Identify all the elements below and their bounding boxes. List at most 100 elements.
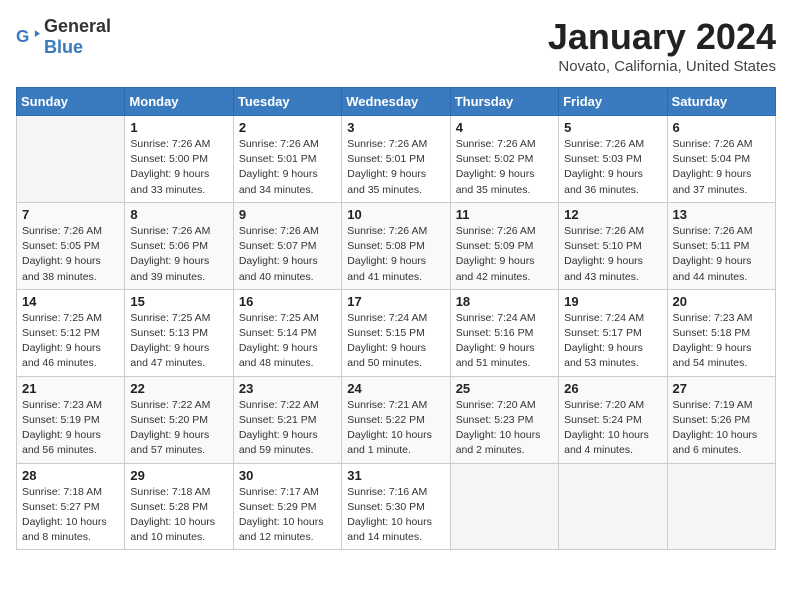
calendar-cell: 26 Sunrise: 7:20 AM Sunset: 5:24 PM Dayli… (559, 376, 667, 463)
day-number: 25 (456, 381, 553, 396)
calendar-cell: 3 Sunrise: 7:26 AM Sunset: 5:01 PM Daylig… (342, 116, 450, 203)
day-content: Sunrise: 7:26 AM Sunset: 5:03 PM Dayligh… (564, 137, 661, 198)
day-number: 13 (673, 207, 770, 222)
calendar-cell: 5 Sunrise: 7:26 AM Sunset: 5:03 PM Daylig… (559, 116, 667, 203)
day-number: 30 (239, 468, 336, 483)
day-header-wednesday: Wednesday (342, 88, 450, 116)
calendar-week-row: 21 Sunrise: 7:23 AM Sunset: 5:19 PM Dayli… (17, 376, 776, 463)
day-number: 6 (673, 120, 770, 135)
calendar-cell: 19Sunrise: 7:24 AM Sunset: 5:17 PM Dayli… (559, 289, 667, 376)
day-content: Sunrise: 7:24 AM Sunset: 5:15 PM Dayligh… (347, 311, 444, 372)
day-content: Sunrise: 7:26 AM Sunset: 5:11 PM Dayligh… (673, 224, 770, 285)
calendar-week-row: 28Sunrise: 7:18 AM Sunset: 5:27 PM Dayli… (17, 463, 776, 550)
day-content: Sunrise: 7:26 AM Sunset: 5:01 PM Dayligh… (347, 137, 444, 198)
day-content: Sunrise: 7:26 AM Sunset: 5:01 PM Dayligh… (239, 137, 336, 198)
day-number: 31 (347, 468, 444, 483)
day-number: 1 (130, 120, 227, 135)
day-number: 3 (347, 120, 444, 135)
day-content: Sunrise: 7:20 AM Sunset: 5:23 PM Dayligh… (456, 398, 553, 459)
day-content: Sunrise: 7:26 AM Sunset: 5:05 PM Dayligh… (22, 224, 119, 285)
day-number: 22 (130, 381, 227, 396)
calendar-cell: 15 Sunrise: 7:25 AM Sunset: 5:13 PM Dayli… (125, 289, 233, 376)
day-number: 26 (564, 381, 661, 396)
calendar-cell: 20Sunrise: 7:23 AM Sunset: 5:18 PM Dayli… (667, 289, 775, 376)
day-number: 21 (22, 381, 119, 396)
day-content: Sunrise: 7:22 AM Sunset: 5:20 PM Dayligh… (130, 398, 227, 459)
day-header-sunday: Sunday (17, 88, 125, 116)
day-number: 5 (564, 120, 661, 135)
day-number: 20 (673, 294, 770, 309)
svg-text:G: G (16, 26, 29, 46)
day-header-monday: Monday (125, 88, 233, 116)
logo-blue-text: Blue (44, 37, 83, 57)
calendar-cell: 21 Sunrise: 7:23 AM Sunset: 5:19 PM Dayli… (17, 376, 125, 463)
day-content: Sunrise: 7:24 AM Sunset: 5:16 PM Dayligh… (456, 311, 553, 372)
calendar-location: Novato, California, United States (548, 58, 776, 75)
calendar-cell (450, 463, 558, 550)
calendar-cell: 10Sunrise: 7:26 AM Sunset: 5:08 PM Dayli… (342, 202, 450, 289)
calendar-cell: 31 Sunrise: 7:16 AM Sunset: 5:30 PM Dayli… (342, 463, 450, 550)
calendar-cell: 8 Sunrise: 7:26 AM Sunset: 5:06 PM Daylig… (125, 202, 233, 289)
calendar-cell (667, 463, 775, 550)
day-number: 16 (239, 294, 336, 309)
day-content: Sunrise: 7:23 AM Sunset: 5:19 PM Dayligh… (22, 398, 119, 459)
calendar-cell: 6 Sunrise: 7:26 AM Sunset: 5:04 PM Daylig… (667, 116, 775, 203)
calendar-cell: 29 Sunrise: 7:18 AM Sunset: 5:28 PM Dayli… (125, 463, 233, 550)
calendar-cell: 14Sunrise: 7:25 AM Sunset: 5:12 PM Dayli… (17, 289, 125, 376)
day-number: 28 (22, 468, 119, 483)
day-number: 4 (456, 120, 553, 135)
day-number: 29 (130, 468, 227, 483)
calendar-cell: 1 Sunrise: 7:26 AM Sunset: 5:00 PM Daylig… (125, 116, 233, 203)
calendar-cell: 22 Sunrise: 7:22 AM Sunset: 5:20 PM Dayli… (125, 376, 233, 463)
page-header: G General Blue January 2024 Novato, Cali… (16, 16, 776, 75)
calendar-cell: 18 Sunrise: 7:24 AM Sunset: 5:16 PM Dayli… (450, 289, 558, 376)
day-content: Sunrise: 7:17 AM Sunset: 5:29 PM Dayligh… (239, 485, 336, 546)
day-content: Sunrise: 7:25 AM Sunset: 5:13 PM Dayligh… (130, 311, 227, 372)
calendar-cell (17, 116, 125, 203)
calendar-cell: 13 Sunrise: 7:26 AM Sunset: 5:11 PM Dayli… (667, 202, 775, 289)
day-content: Sunrise: 7:22 AM Sunset: 5:21 PM Dayligh… (239, 398, 336, 459)
day-content: Sunrise: 7:19 AM Sunset: 5:26 PM Dayligh… (673, 398, 770, 459)
calendar-week-row: 14Sunrise: 7:25 AM Sunset: 5:12 PM Dayli… (17, 289, 776, 376)
calendar-cell: 17 Sunrise: 7:24 AM Sunset: 5:15 PM Dayli… (342, 289, 450, 376)
logo: G General Blue (16, 16, 111, 58)
day-number: 17 (347, 294, 444, 309)
calendar-cell: 2 Sunrise: 7:26 AM Sunset: 5:01 PM Daylig… (233, 116, 341, 203)
day-number: 24 (347, 381, 444, 396)
day-header-thursday: Thursday (450, 88, 558, 116)
day-content: Sunrise: 7:18 AM Sunset: 5:28 PM Dayligh… (130, 485, 227, 546)
calendar-week-row: 7Sunrise: 7:26 AM Sunset: 5:05 PM Daylig… (17, 202, 776, 289)
day-number: 2 (239, 120, 336, 135)
calendar-cell: 27Sunrise: 7:19 AM Sunset: 5:26 PM Dayli… (667, 376, 775, 463)
day-content: Sunrise: 7:25 AM Sunset: 5:14 PM Dayligh… (239, 311, 336, 372)
calendar-cell: 16 Sunrise: 7:25 AM Sunset: 5:14 PM Dayli… (233, 289, 341, 376)
calendar-week-row: 1 Sunrise: 7:26 AM Sunset: 5:00 PM Daylig… (17, 116, 776, 203)
day-content: Sunrise: 7:26 AM Sunset: 5:07 PM Dayligh… (239, 224, 336, 285)
day-content: Sunrise: 7:26 AM Sunset: 5:00 PM Dayligh… (130, 137, 227, 198)
day-content: Sunrise: 7:26 AM Sunset: 5:04 PM Dayligh… (673, 137, 770, 198)
day-content: Sunrise: 7:26 AM Sunset: 5:02 PM Dayligh… (456, 137, 553, 198)
calendar-title: January 2024 (548, 16, 776, 58)
day-number: 19 (564, 294, 661, 309)
day-content: Sunrise: 7:26 AM Sunset: 5:06 PM Dayligh… (130, 224, 227, 285)
calendar-cell (559, 463, 667, 550)
day-content: Sunrise: 7:26 AM Sunset: 5:10 PM Dayligh… (564, 224, 661, 285)
day-content: Sunrise: 7:20 AM Sunset: 5:24 PM Dayligh… (564, 398, 661, 459)
day-number: 15 (130, 294, 227, 309)
day-number: 18 (456, 294, 553, 309)
calendar-cell: 30 Sunrise: 7:17 AM Sunset: 5:29 PM Dayli… (233, 463, 341, 550)
calendar-cell: 9 Sunrise: 7:26 AM Sunset: 5:07 PM Daylig… (233, 202, 341, 289)
day-content: Sunrise: 7:26 AM Sunset: 5:08 PM Dayligh… (347, 224, 444, 285)
day-number: 14 (22, 294, 119, 309)
calendar-cell: 7Sunrise: 7:26 AM Sunset: 5:05 PM Daylig… (17, 202, 125, 289)
calendar-cell: 4 Sunrise: 7:26 AM Sunset: 5:02 PM Daylig… (450, 116, 558, 203)
day-header-saturday: Saturday (667, 88, 775, 116)
day-content: Sunrise: 7:21 AM Sunset: 5:22 PM Dayligh… (347, 398, 444, 459)
day-content: Sunrise: 7:16 AM Sunset: 5:30 PM Dayligh… (347, 485, 444, 546)
calendar-cell: 12Sunrise: 7:26 AM Sunset: 5:10 PM Dayli… (559, 202, 667, 289)
day-header-friday: Friday (559, 88, 667, 116)
day-number: 9 (239, 207, 336, 222)
calendar-cell: 28Sunrise: 7:18 AM Sunset: 5:27 PM Dayli… (17, 463, 125, 550)
logo-general-text: General (44, 16, 111, 36)
day-number: 8 (130, 207, 227, 222)
